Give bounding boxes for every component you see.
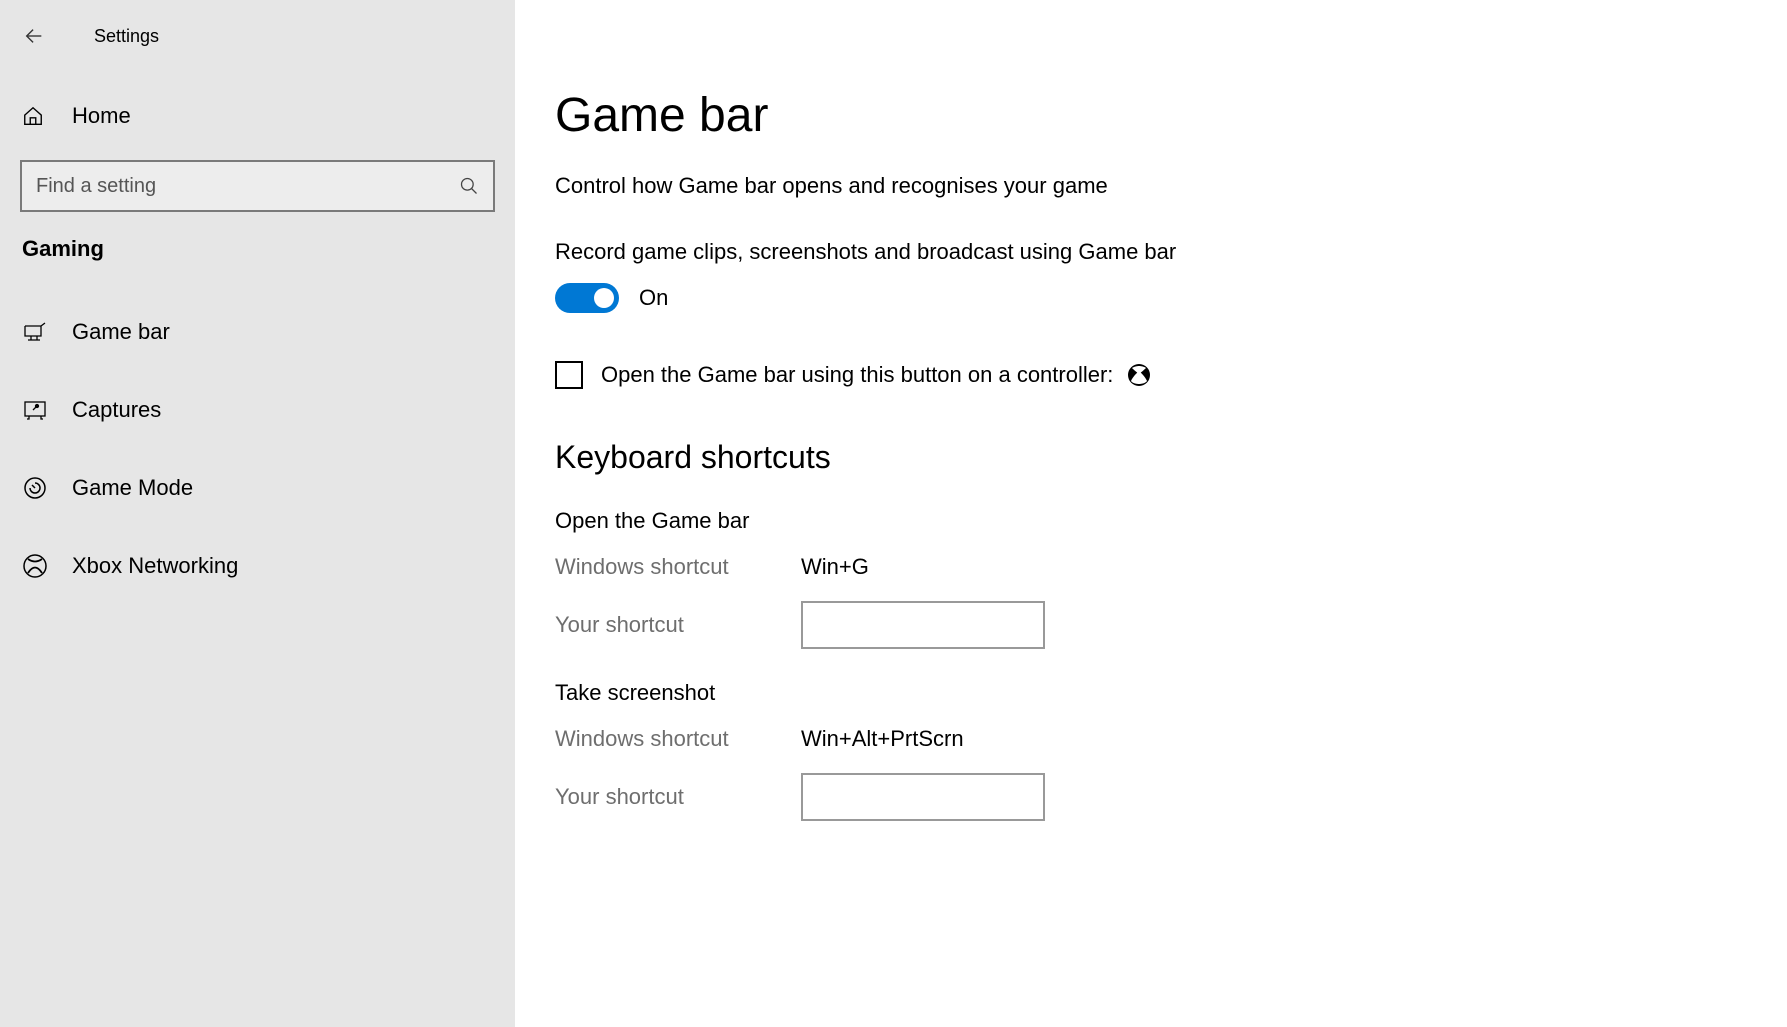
shortcut-title: Open the Game bar: [555, 508, 1747, 534]
controller-checkbox-row: Open the Game bar using this button on a…: [555, 361, 1747, 389]
shortcut-your-label: Your shortcut: [555, 784, 801, 810]
sidebar-item-label: Game Mode: [72, 475, 193, 501]
shortcut-group-screenshot: Take screenshot Windows shortcut Win+Alt…: [555, 680, 1747, 820]
record-toggle-row: On: [555, 283, 1747, 313]
shortcut-windows-label: Windows shortcut: [555, 726, 801, 752]
main-content: Game bar Control how Game bar opens and …: [515, 0, 1787, 1027]
page-subtitle: Control how Game bar opens and recognise…: [555, 173, 1747, 199]
gamemode-icon: [22, 476, 48, 500]
shortcut-windows-value: Win+Alt+PrtScrn: [801, 726, 964, 752]
shortcut-your-input[interactable]: [801, 773, 1045, 821]
xbox-logo-icon: [1127, 363, 1151, 387]
sidebar-item-label: Captures: [72, 397, 161, 423]
xbox-icon: [22, 554, 48, 578]
window-title: Settings: [94, 26, 159, 47]
captures-icon: [22, 400, 48, 420]
back-button[interactable]: [22, 24, 46, 48]
category-heading: Gaming: [0, 236, 515, 262]
shortcut-title: Take screenshot: [555, 680, 1747, 706]
shortcut-windows-label: Windows shortcut: [555, 554, 801, 580]
sidebar-item-xbox-networking[interactable]: Xbox Networking: [0, 531, 515, 601]
toggle-state-label: On: [639, 285, 668, 311]
gamebar-icon: [22, 322, 48, 342]
header: Settings: [0, 12, 515, 60]
shortcuts-heading: Keyboard shortcuts: [555, 439, 1747, 476]
shortcut-your-row: Your shortcut: [555, 774, 1747, 820]
search-input[interactable]: [36, 175, 459, 198]
home-nav[interactable]: Home: [0, 90, 515, 142]
sidebar-item-gamebar[interactable]: Game bar: [0, 297, 515, 367]
shortcut-windows-row: Windows shortcut Win+G: [555, 544, 1747, 590]
home-icon: [22, 105, 46, 127]
sidebar-item-label: Xbox Networking: [72, 553, 238, 579]
sidebar: Settings Home Gaming Game bar: [0, 0, 515, 1027]
search-box[interactable]: [20, 160, 495, 212]
page-title: Game bar: [555, 88, 1747, 143]
sidebar-item-label: Game bar: [72, 319, 170, 345]
record-setting-label: Record game clips, screenshots and broad…: [555, 239, 1747, 265]
shortcut-your-label: Your shortcut: [555, 612, 801, 638]
shortcut-windows-value: Win+G: [801, 554, 869, 580]
home-label: Home: [72, 103, 131, 129]
toggle-knob: [594, 288, 614, 308]
controller-checkbox[interactable]: [555, 361, 583, 389]
shortcut-windows-row: Windows shortcut Win+Alt+PrtScrn: [555, 716, 1747, 762]
sidebar-item-gamemode[interactable]: Game Mode: [0, 453, 515, 523]
shortcut-your-row: Your shortcut: [555, 602, 1747, 648]
search-icon: [459, 176, 479, 196]
record-toggle[interactable]: [555, 283, 619, 313]
sidebar-item-captures[interactable]: Captures: [0, 375, 515, 445]
shortcut-group-open-gamebar: Open the Game bar Windows shortcut Win+G…: [555, 508, 1747, 648]
back-arrow-icon: [23, 25, 45, 47]
shortcut-your-input[interactable]: [801, 601, 1045, 649]
controller-checkbox-label: Open the Game bar using this button on a…: [601, 362, 1113, 388]
